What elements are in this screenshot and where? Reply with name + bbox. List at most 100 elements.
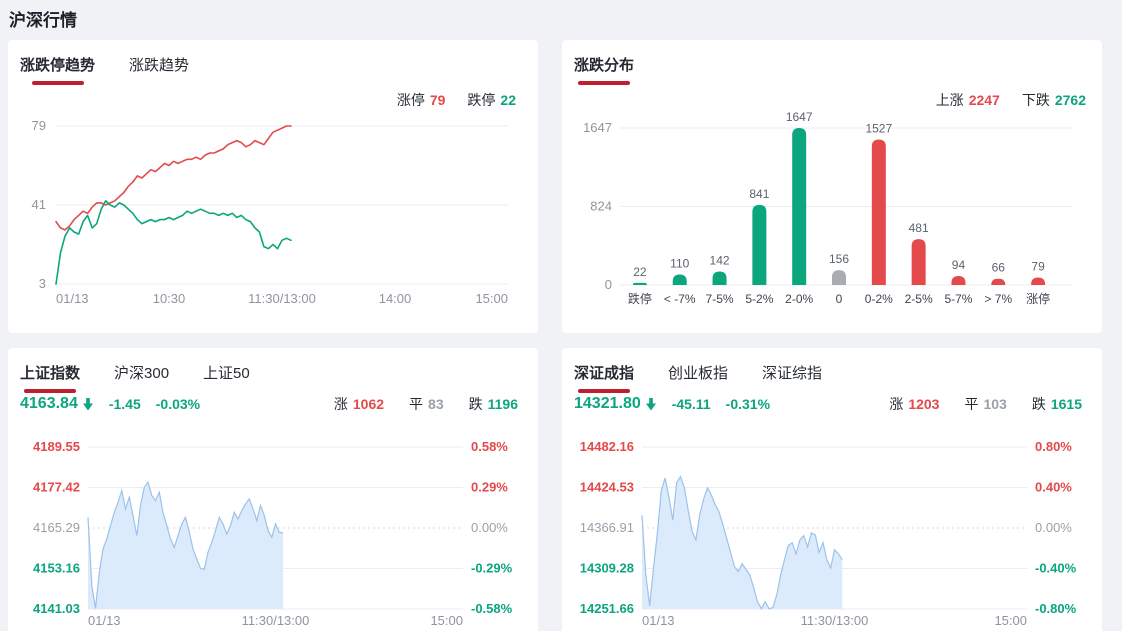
svg-text:01/13: 01/13 bbox=[642, 613, 675, 628]
limit-down-label: 跌停 bbox=[467, 92, 496, 108]
sz-flat-count: 103 bbox=[983, 396, 1007, 412]
sz-index-change: -45.11 bbox=[671, 396, 711, 412]
sh-index-change-pct: -0.03% bbox=[155, 396, 201, 412]
tab-updown-trend[interactable]: 涨跌趋势 bbox=[129, 54, 189, 85]
svg-text:-0.80%: -0.80% bbox=[1035, 601, 1077, 616]
svg-text:4177.42: 4177.42 bbox=[33, 480, 80, 495]
sh-index-tabs: 上证指数 沪深300 上证50 bbox=[20, 362, 250, 393]
svg-text:3: 3 bbox=[39, 276, 46, 291]
sh-counts: 涨 1062 平 83 跌 1196 bbox=[334, 394, 518, 414]
panel-sz-index: 深证成指 创业板指 深证综指 14321.80 -45.11 -0.31% 涨1… bbox=[562, 348, 1102, 631]
market-dashboard: 沪深行情 涨跌停趋势 涨跌趋势 涨停 79 跌停 22 3 41 79 01/13 10:3… bbox=[0, 0, 1122, 631]
limit-up-legend-item: 涨停 79 bbox=[397, 90, 446, 110]
svg-text:跌停: 跌停 bbox=[628, 291, 652, 306]
tab-szse-composite[interactable]: 深证综指 bbox=[762, 362, 822, 393]
advancers-legend-item: 上涨 2247 bbox=[936, 90, 1000, 110]
advancers-label: 上涨 bbox=[935, 92, 964, 108]
sz-down-label: 跌 bbox=[1031, 396, 1046, 412]
sz-up-item: 涨 1203 bbox=[889, 394, 939, 414]
svg-text:0: 0 bbox=[836, 292, 843, 306]
svg-text:15:00: 15:00 bbox=[430, 613, 463, 628]
svg-text:10:30: 10:30 bbox=[153, 291, 186, 306]
svg-text:-0.29%: -0.29% bbox=[471, 561, 513, 576]
sh-flat-item: 平 83 bbox=[409, 394, 444, 414]
svg-text:0.58%: 0.58% bbox=[471, 439, 508, 454]
svg-text:11:30/13:00: 11:30/13:00 bbox=[801, 613, 869, 628]
tab-sse-composite[interactable]: 上证指数 bbox=[20, 362, 80, 393]
tab-limit-updown-trend[interactable]: 涨跌停趋势 bbox=[20, 54, 95, 85]
tab-sse50[interactable]: 上证50 bbox=[203, 362, 250, 393]
limit-down-legend-item: 跌停 22 bbox=[467, 90, 516, 110]
svg-text:79: 79 bbox=[1031, 259, 1045, 273]
svg-text:1527: 1527 bbox=[865, 121, 892, 135]
sh-up-count: 1062 bbox=[352, 396, 385, 412]
sh-flat-count: 83 bbox=[428, 396, 444, 412]
sh-index-value: 4163.84 bbox=[20, 395, 78, 412]
svg-text:14424.53: 14424.53 bbox=[580, 480, 634, 495]
limit-trend-tabs: 涨跌停趋势 涨跌趋势 bbox=[20, 54, 189, 85]
decliners-label: 下跌 bbox=[1021, 92, 1050, 108]
panel-limit-trend: 涨跌停趋势 涨跌趋势 涨停 79 跌停 22 3 41 79 01/13 10:30 11:3… bbox=[8, 40, 538, 333]
tab-szse-component[interactable]: 深证成指 bbox=[574, 362, 634, 393]
sz-index-tabs: 深证成指 创业板指 深证综指 bbox=[574, 362, 822, 393]
sh-value-row: 4163.84 -1.45 -0.03% 涨 1062 平 83 跌 1196 bbox=[20, 394, 518, 414]
svg-text:01/13: 01/13 bbox=[56, 291, 89, 306]
distribution-header-row: 涨跌分布 bbox=[574, 54, 634, 85]
svg-text:2-5%: 2-5% bbox=[905, 292, 933, 306]
advancers-count: 2247 bbox=[968, 92, 1000, 108]
svg-text:41: 41 bbox=[32, 197, 46, 212]
svg-text:5-2%: 5-2% bbox=[745, 292, 773, 306]
svg-text:2-0%: 2-0% bbox=[785, 292, 813, 306]
svg-text:7-5%: 7-5% bbox=[706, 292, 734, 306]
svg-text:0.40%: 0.40% bbox=[1035, 480, 1072, 495]
svg-text:0-2%: 0-2% bbox=[865, 292, 893, 306]
sh-up-label: 涨 bbox=[333, 396, 348, 412]
panel-sh-index: 上证指数 沪深300 上证50 4163.84 -1.45 -0.03% 涨 10… bbox=[8, 348, 538, 631]
svg-text:0.00%: 0.00% bbox=[1035, 520, 1072, 535]
sz-index-change-pct: -0.31% bbox=[725, 396, 771, 412]
svg-text:1647: 1647 bbox=[583, 120, 612, 135]
svg-text:4153.16: 4153.16 bbox=[33, 561, 80, 576]
svg-text:14482.16: 14482.16 bbox=[580, 439, 634, 454]
svg-text:841: 841 bbox=[749, 187, 769, 201]
svg-text:156: 156 bbox=[829, 252, 849, 266]
down-arrow-icon bbox=[82, 397, 93, 410]
svg-text:涨停: 涨停 bbox=[1026, 291, 1050, 306]
sz-up-count: 1203 bbox=[908, 396, 940, 412]
sz-up-label: 涨 bbox=[889, 396, 904, 412]
distribution-header: 涨跌分布 bbox=[574, 54, 634, 85]
svg-text:0.00%: 0.00% bbox=[471, 520, 508, 535]
svg-text:14:00: 14:00 bbox=[379, 291, 412, 306]
sz-down-item: 跌 1615 bbox=[1032, 394, 1082, 414]
distribution-chart: 0 824 1647 22 跌停 110 < -7% 142 7-5% 841 5-2% 1647 2-… bbox=[583, 110, 1072, 306]
limit-down-count: 22 bbox=[500, 92, 516, 108]
svg-text:14309.28: 14309.28 bbox=[580, 561, 634, 576]
sz-flat-label: 平 bbox=[964, 396, 979, 412]
sz-down-count: 1615 bbox=[1050, 396, 1082, 412]
sh-down-label: 跌 bbox=[468, 396, 483, 412]
svg-text:4141.03: 4141.03 bbox=[33, 601, 80, 616]
tab-chinext[interactable]: 创业板指 bbox=[668, 362, 728, 393]
svg-text:824: 824 bbox=[590, 198, 612, 213]
svg-text:01/13: 01/13 bbox=[88, 613, 121, 628]
limit-up-count: 79 bbox=[429, 92, 446, 108]
svg-text:-0.58%: -0.58% bbox=[471, 601, 513, 616]
svg-text:15:00: 15:00 bbox=[475, 291, 508, 306]
svg-text:481: 481 bbox=[909, 221, 929, 235]
sh-down-item: 跌 1196 bbox=[469, 394, 518, 414]
down-arrow-icon bbox=[645, 397, 656, 410]
svg-text:14251.66: 14251.66 bbox=[580, 601, 634, 616]
svg-text:15:00: 15:00 bbox=[994, 613, 1027, 628]
svg-text:11:30/13:00: 11:30/13:00 bbox=[242, 613, 310, 628]
svg-text:0.80%: 0.80% bbox=[1035, 439, 1072, 454]
tab-hs300[interactable]: 沪深300 bbox=[114, 362, 169, 393]
panel-distribution: 涨跌分布 上涨 2247 下跌 2762 0 824 1647 22 跌停 110 < -7% 1… bbox=[562, 40, 1102, 333]
svg-text:5-7%: 5-7% bbox=[944, 292, 972, 306]
svg-text:4165.29: 4165.29 bbox=[33, 520, 80, 535]
svg-text:22: 22 bbox=[633, 265, 647, 279]
svg-text:94: 94 bbox=[952, 258, 966, 272]
limit-trend-legend: 涨停 79 跌停 22 bbox=[397, 90, 516, 110]
svg-text:< -7%: < -7% bbox=[664, 292, 696, 306]
decliners-legend-item: 下跌 2762 bbox=[1022, 90, 1086, 110]
sh-down-count: 1196 bbox=[487, 396, 518, 412]
